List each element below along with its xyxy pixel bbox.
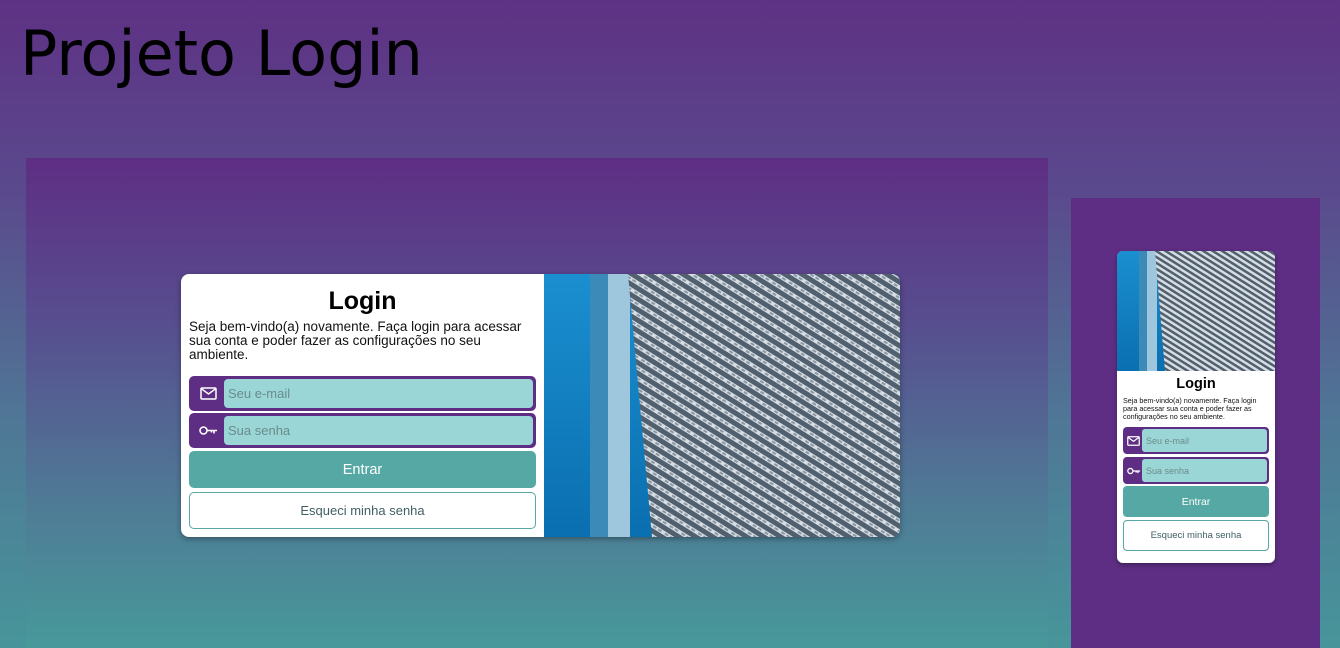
key-icon	[1125, 459, 1142, 482]
login-heading: Login	[328, 287, 397, 315]
mobile-login-subtitle: Seja bem-vindo(a) novamente. Faça login …	[1123, 396, 1257, 421]
page-title: Projeto Login	[20, 17, 423, 90]
mobile-forgot-password-button[interactable]: Esqueci minha senha	[1123, 520, 1269, 551]
login-form: Login Seja bem-vindo(a) novamente. Faça …	[181, 274, 544, 537]
mobile-login-card: Login Seja bem-vindo(a) novamente. Faça …	[1117, 251, 1275, 563]
mobile-password-field	[1123, 457, 1269, 484]
mobile-enter-button[interactable]: Entrar	[1123, 486, 1269, 517]
email-field	[189, 376, 536, 411]
mail-icon	[192, 379, 224, 408]
mobile-building-image	[1117, 251, 1275, 371]
mobile-login-heading: Login	[1176, 376, 1216, 392]
key-icon	[192, 416, 224, 445]
password-field	[189, 413, 536, 448]
building-image	[544, 274, 900, 537]
forgot-password-button[interactable]: Esqueci minha senha	[189, 492, 536, 529]
mobile-email-field	[1123, 427, 1269, 454]
desktop-preview-frame: Login Seja bem-vindo(a) novamente. Faça …	[26, 158, 1048, 648]
login-subtitle: Seja bem-vindo(a) novamente. Faça login …	[189, 319, 522, 362]
password-input[interactable]	[224, 416, 533, 445]
mobile-preview-frame: Login Seja bem-vindo(a) novamente. Faça …	[1071, 198, 1320, 648]
mobile-email-input[interactable]	[1142, 429, 1267, 452]
mobile-login-form: Login Seja bem-vindo(a) novamente. Faça …	[1117, 376, 1275, 551]
login-card: Login Seja bem-vindo(a) novamente. Faça …	[181, 274, 900, 537]
mobile-password-input[interactable]	[1142, 459, 1267, 482]
mail-icon	[1125, 429, 1142, 452]
email-input[interactable]	[224, 379, 533, 408]
enter-button[interactable]: Entrar	[189, 451, 536, 488]
